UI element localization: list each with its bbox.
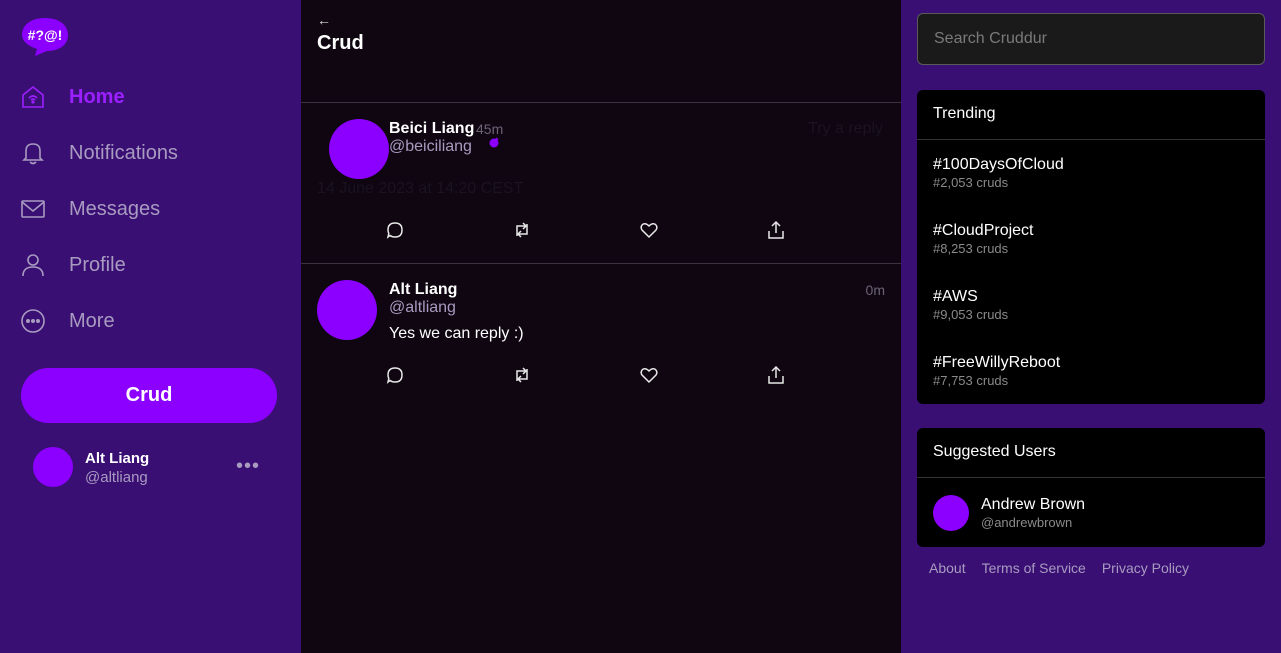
avatar: [33, 447, 73, 487]
post-time: 0m: [865, 282, 885, 298]
nav-home-label: Home: [69, 85, 125, 108]
footer-links: About Terms of Service Privacy Policy: [929, 560, 1189, 576]
nav-profile-label: Profile: [69, 253, 126, 276]
svg-text:#?@!: #?@!: [28, 27, 63, 43]
page-title: Crud: [317, 32, 364, 54]
share-icon[interactable]: [766, 365, 786, 385]
avatar: [933, 495, 969, 531]
post-content: Yes we can reply :): [389, 325, 524, 342]
like-heart-icon[interactable]: [639, 365, 659, 385]
nav-more-label: More: [69, 309, 115, 332]
suggested-users-card: Suggested Users Andrew Brown @andrewbrow…: [917, 428, 1265, 547]
feed: ← Crud Beici Liang 45m @beiciliang Try a…: [301, 0, 901, 653]
bell-icon: [20, 140, 46, 166]
trending-tag: #100DaysOfCloud: [933, 156, 1064, 173]
back-arrow-icon[interactable]: ←: [317, 12, 331, 28]
more-circle-icon: [20, 308, 46, 334]
divider: [917, 139, 1265, 140]
mail-icon: [20, 196, 46, 222]
crud-post[interactable]: Alt Liang 0m @altliang Yes we can reply …: [301, 264, 901, 404]
search-input[interactable]: [917, 13, 1265, 65]
trending-count: #2,053 cruds: [933, 175, 1009, 190]
about-link[interactable]: About: [929, 560, 966, 576]
nav-messages-label: Messages: [69, 197, 161, 220]
reply-icon[interactable]: [385, 220, 405, 240]
repost-icon[interactable]: [512, 365, 532, 385]
trending-count: #9,053 cruds: [933, 307, 1009, 322]
post-author-name[interactable]: Beici Liang: [389, 120, 474, 138]
trending-tag: #FreeWillyReboot: [933, 354, 1061, 371]
like-heart-icon[interactable]: [639, 220, 659, 240]
trending-title: Trending: [933, 105, 996, 122]
suggested-user-handle: @andrewbrown: [981, 515, 1073, 530]
profile-name: Alt Liang: [85, 450, 150, 467]
post-actions: [385, 365, 785, 385]
trending-tag: #CloudProject: [933, 222, 1034, 239]
right-column: Trending #100DaysOfCloud #2,053 cruds #C…: [901, 0, 1281, 653]
avatar[interactable]: [329, 119, 389, 179]
trending-tag: #AWS: [933, 288, 978, 305]
divider: [917, 477, 1265, 478]
cruddur-logo[interactable]: #?@!: [21, 16, 69, 58]
crud-post[interactable]: Beici Liang 45m @beiciliang Try a reply …: [301, 103, 901, 264]
expires-icon: [489, 137, 499, 148]
post-time: 45m: [476, 121, 504, 137]
nav-notifications-label: Notifications: [69, 141, 178, 164]
feed-header: ← Crud: [301, 0, 901, 103]
trending-item[interactable]: #CloudProject #8,253 cruds: [933, 222, 1253, 256]
trending-item[interactable]: #100DaysOfCloud #2,053 cruds: [933, 156, 1253, 190]
avatar[interactable]: [317, 280, 377, 340]
suggested-user[interactable]: Andrew Brown @andrewbrown: [933, 494, 1253, 531]
share-icon[interactable]: [766, 220, 786, 240]
trending-count: #7,753 cruds: [933, 373, 1009, 388]
nav-notifications[interactable]: Notifications: [20, 133, 178, 173]
post-date: 14 June 2023 at 14:20 CEST: [317, 180, 524, 197]
post-author-name[interactable]: Alt Liang: [389, 281, 457, 299]
nav-more[interactable]: More: [20, 301, 115, 341]
terms-of-service-link[interactable]: Terms of Service: [982, 560, 1086, 576]
profile-handle: @altliang: [85, 469, 148, 486]
nav-profile[interactable]: Profile: [20, 245, 126, 285]
suggested-user-name: Andrew Brown: [981, 496, 1086, 513]
post-actions: [385, 220, 785, 240]
suggested-users-title: Suggested Users: [933, 443, 1056, 460]
left-sidebar: #?@! Home Notifications Messages Profile…: [0, 0, 301, 653]
profile-menu-icon[interactable]: •••: [236, 455, 260, 478]
trending-item[interactable]: #AWS #9,053 cruds: [933, 288, 1253, 322]
home-icon: [20, 84, 46, 110]
post-author-handle: @beiciliang: [389, 138, 472, 155]
repost-icon[interactable]: [512, 220, 532, 240]
crud-button[interactable]: Crud: [21, 368, 277, 423]
post-author-handle: @altliang: [389, 299, 456, 316]
trending-count: #8,253 cruds: [933, 241, 1009, 256]
profile-card[interactable]: Alt Liang @altliang •••: [33, 447, 273, 487]
nav-messages[interactable]: Messages: [20, 189, 160, 229]
user-icon: [20, 252, 46, 278]
privacy-policy-link[interactable]: Privacy Policy: [1102, 560, 1189, 576]
try-a-reply-link[interactable]: Try a reply: [808, 120, 883, 138]
trending-card: Trending #100DaysOfCloud #2,053 cruds #C…: [917, 90, 1265, 404]
trending-item[interactable]: #FreeWillyReboot #7,753 cruds: [933, 354, 1253, 388]
reply-icon[interactable]: [385, 365, 405, 385]
nav-home[interactable]: Home: [20, 77, 125, 117]
